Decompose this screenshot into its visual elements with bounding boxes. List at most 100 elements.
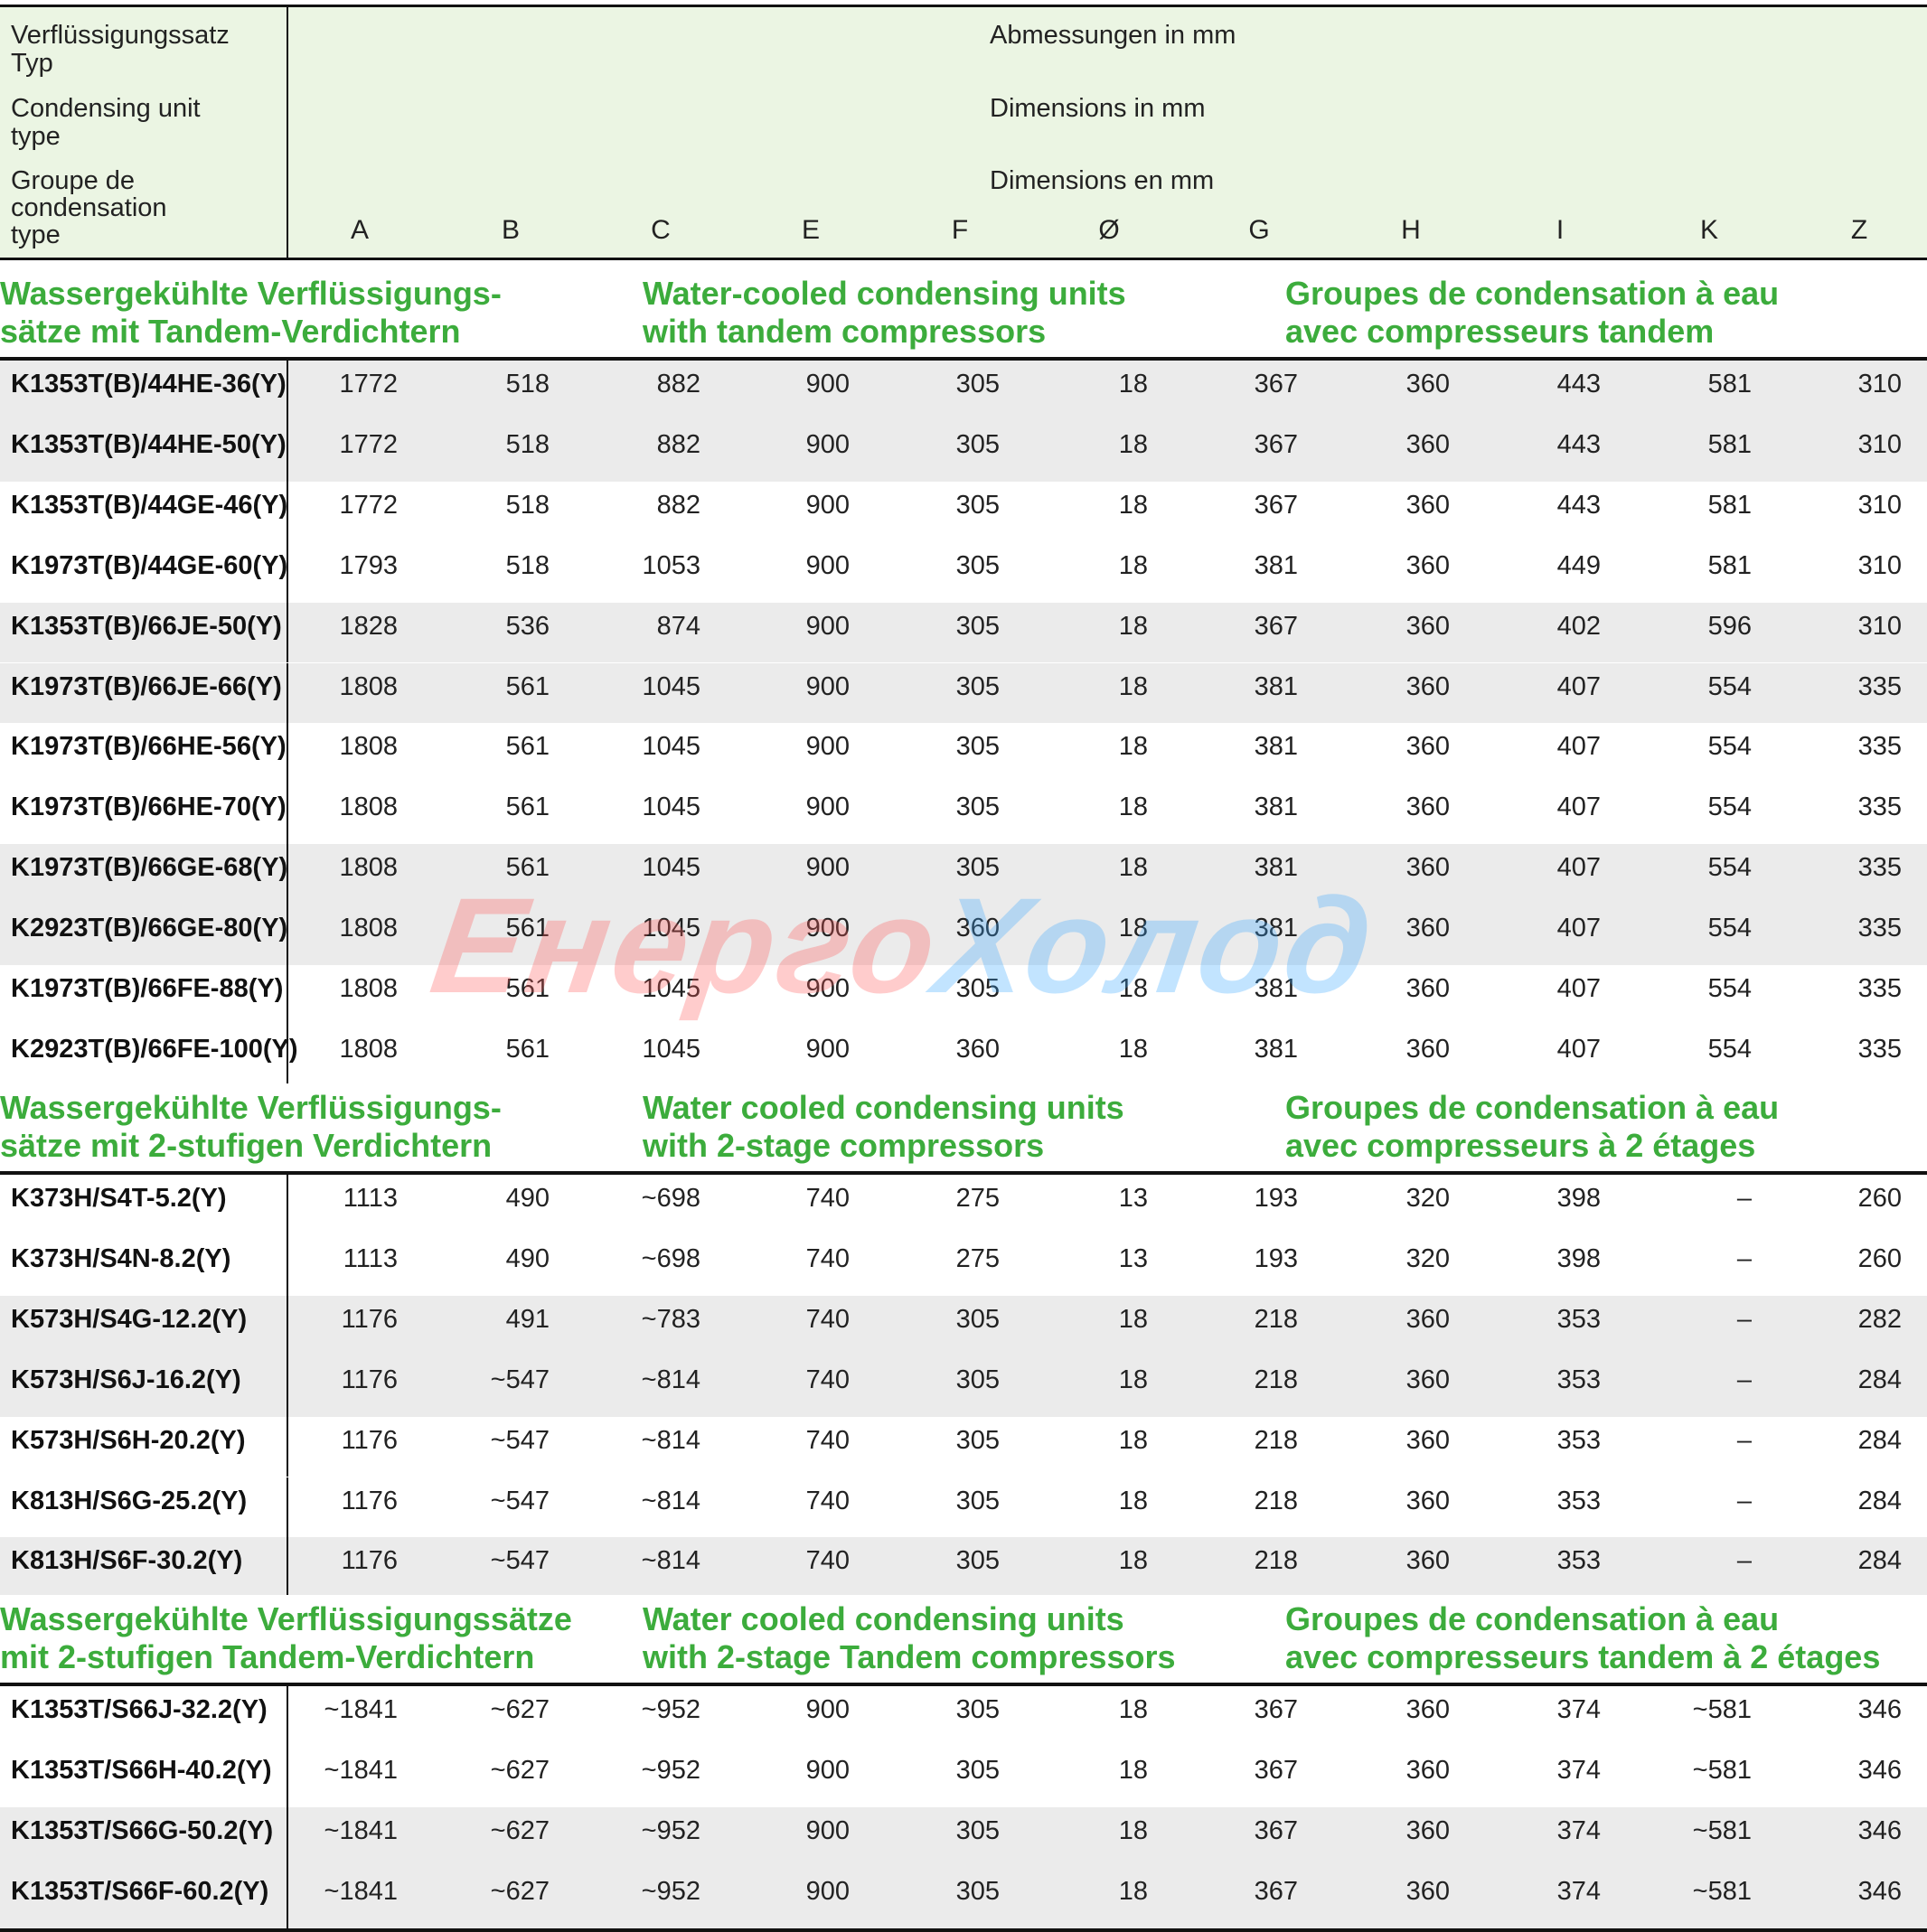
value-cell-K: 554 <box>1707 1034 1752 1064</box>
value-cell-Z: 346 <box>1857 1695 1902 1724</box>
value-cell-F: 305 <box>955 1486 1000 1515</box>
value-cell-F: 305 <box>955 792 1000 822</box>
section-title-line: Water cooled condensing units <box>643 1089 1124 1126</box>
value-cell-Z: 260 <box>1857 1184 1902 1213</box>
value-cell-G: 367 <box>1254 1695 1298 1724</box>
value-cell-A: 1176 <box>341 1365 398 1394</box>
value-cell-Z: 260 <box>1857 1243 1902 1273</box>
type-label-en-2: type <box>11 122 61 151</box>
value-cell-F: 360 <box>955 1034 1000 1064</box>
value-cell-H: 360 <box>1405 1755 1450 1785</box>
value-cell-Z: 335 <box>1857 671 1902 701</box>
value-cell-Ø: 18 <box>1118 1755 1148 1785</box>
value-cell-B: 561 <box>505 1034 550 1064</box>
model-cell: K573H/S6J-16.2(Y) <box>0 1355 288 1417</box>
value-cell-H: 360 <box>1405 429 1450 459</box>
table-row: K1353T/S66F-60.2(Y) ~1841 ~627 ~952 900 305 18… <box>0 1867 1927 1928</box>
type-label-en-1: Condensing unit <box>11 94 201 123</box>
section-title-1: Wassergekühlte Verflüssigungs-sätze mit … <box>0 269 1927 357</box>
value-cell-H: 360 <box>1405 370 1450 399</box>
value-cell-A: 1808 <box>339 671 398 701</box>
value-cell-I: 353 <box>1556 1304 1601 1334</box>
value-cell-H: 360 <box>1405 914 1450 943</box>
section-title-line: mit 2-stufigen Tandem-Verdichtern <box>0 1638 535 1675</box>
value-cell-G: 367 <box>1254 429 1298 459</box>
value-cell-A: ~1841 <box>324 1755 398 1785</box>
value-cell-A: 1772 <box>339 429 398 459</box>
value-cell-Z: 282 <box>1857 1304 1902 1334</box>
watermark-part-1: Енерго <box>423 869 949 1021</box>
value-cell-K: 554 <box>1707 732 1752 762</box>
value-cell-B: 490 <box>505 1243 550 1273</box>
value-cell-K: – <box>1736 1243 1752 1273</box>
value-cell-I: 443 <box>1556 370 1601 399</box>
column-header-10: K <box>1699 215 1719 245</box>
value-cell-K: 554 <box>1707 914 1752 943</box>
value-cell-I: 374 <box>1556 1755 1601 1785</box>
value-cell-B: 518 <box>505 550 550 580</box>
type-label-de-2: Typ <box>11 49 53 78</box>
section-title-fr: Groupes de condensation à eau avec compre… <box>1285 1600 1880 1676</box>
value-cell-B: ~627 <box>490 1695 550 1724</box>
table-row: K1973T(B)/66HE-56(Y) 1808 561 1045 900 305 18 3… <box>0 723 1927 784</box>
value-cell-A: 1808 <box>339 853 398 883</box>
value-cell-Ø: 18 <box>1118 550 1148 580</box>
value-cell-Ø: 18 <box>1118 611 1148 641</box>
section-title-line: Wassergekühlte Verflüssigungs- <box>0 1089 502 1126</box>
value-cell-Ø: 18 <box>1118 1486 1148 1515</box>
value-cell-B: 490 <box>505 1184 550 1213</box>
value-cell-I: 402 <box>1556 611 1601 641</box>
section-title-line: avec compresseurs tandem à 2 étages <box>1285 1638 1881 1675</box>
value-cell-C: 1045 <box>642 792 700 822</box>
table-row: K1353T/S66H-40.2(Y) ~1841 ~627 ~952 900 305 18… <box>0 1746 1927 1807</box>
table-row: K1353T(B)/44GE-46(Y) 1772 518 882 900 305 18 36… <box>0 481 1927 542</box>
value-cell-I: 407 <box>1556 974 1601 1003</box>
section-title-en: Water cooled condensing units with 2-stag… <box>643 1089 1124 1165</box>
value-cell-E: 900 <box>805 732 850 762</box>
value-cell-B: 518 <box>505 370 550 399</box>
value-cell-G: 381 <box>1254 732 1298 762</box>
value-cell-K: 581 <box>1707 429 1752 459</box>
section-title-de: Wassergekühlte Verflüssigungssätze mit 2-… <box>0 1600 572 1676</box>
value-cell-I: 407 <box>1556 914 1601 943</box>
value-cell-H: 360 <box>1405 550 1450 580</box>
table-row: K1353T/S66G-50.2(Y) ~1841 ~627 ~952 900 305 18… <box>0 1806 1927 1868</box>
model-cell: K1353T/S66G-50.2(Y) <box>0 1806 288 1868</box>
table-row: K813H/S6F-30.2(Y) 1176 ~547 ~814 740 305 18 218… <box>0 1537 1927 1599</box>
value-cell-B: ~547 <box>490 1486 550 1515</box>
value-cell-K: 554 <box>1707 853 1752 883</box>
section-title-line: Wassergekühlte Verflüssigungs- <box>0 275 502 312</box>
value-cell-F: 305 <box>955 1365 1000 1394</box>
value-cell-Z: 310 <box>1857 490 1902 520</box>
value-cell-C: ~783 <box>641 1304 700 1334</box>
table-row: K2923T(B)/66FE-100(Y) 1808 561 1045 900 360 18… <box>0 1025 1927 1086</box>
value-cell-H: 360 <box>1405 611 1450 641</box>
value-cell-G: 367 <box>1254 611 1298 641</box>
model-cell: K1353T(B)/44HE-36(Y) <box>0 361 288 421</box>
value-cell-A: ~1841 <box>324 1815 398 1845</box>
value-cell-Z: 346 <box>1857 1815 1902 1845</box>
value-cell-Z: 310 <box>1857 550 1902 580</box>
value-cell-B: 536 <box>505 611 550 641</box>
value-cell-Z: 335 <box>1857 974 1902 1003</box>
value-cell-E: 900 <box>805 792 850 822</box>
model-cell: K1353T(B)/44GE-46(Y) <box>0 481 288 542</box>
value-cell-G: 367 <box>1254 1815 1298 1845</box>
value-cell-K: 596 <box>1707 611 1752 641</box>
table-row: K1353T(B)/44HE-50(Y) 1772 518 882 900 305 18 36… <box>0 420 1927 482</box>
value-cell-A: ~1841 <box>324 1695 398 1724</box>
value-cell-B: 561 <box>505 671 550 701</box>
value-cell-E: 900 <box>805 1034 850 1064</box>
model-cell: K1353T/S66J-32.2(Y) <box>0 1686 288 1747</box>
value-cell-Z: 310 <box>1857 370 1902 399</box>
value-cell-B: ~547 <box>490 1546 550 1576</box>
value-cell-G: 367 <box>1254 490 1298 520</box>
section-title-en: Water cooled condensing units with 2-stag… <box>643 1600 1176 1676</box>
column-header-3: C <box>651 215 671 245</box>
value-cell-H: 320 <box>1405 1184 1450 1213</box>
value-cell-F: 305 <box>955 1546 1000 1576</box>
value-cell-F: 305 <box>955 1304 1000 1334</box>
value-cell-Ø: 18 <box>1118 490 1148 520</box>
value-cell-F: 305 <box>955 490 1000 520</box>
value-cell-F: 305 <box>955 1695 1000 1724</box>
